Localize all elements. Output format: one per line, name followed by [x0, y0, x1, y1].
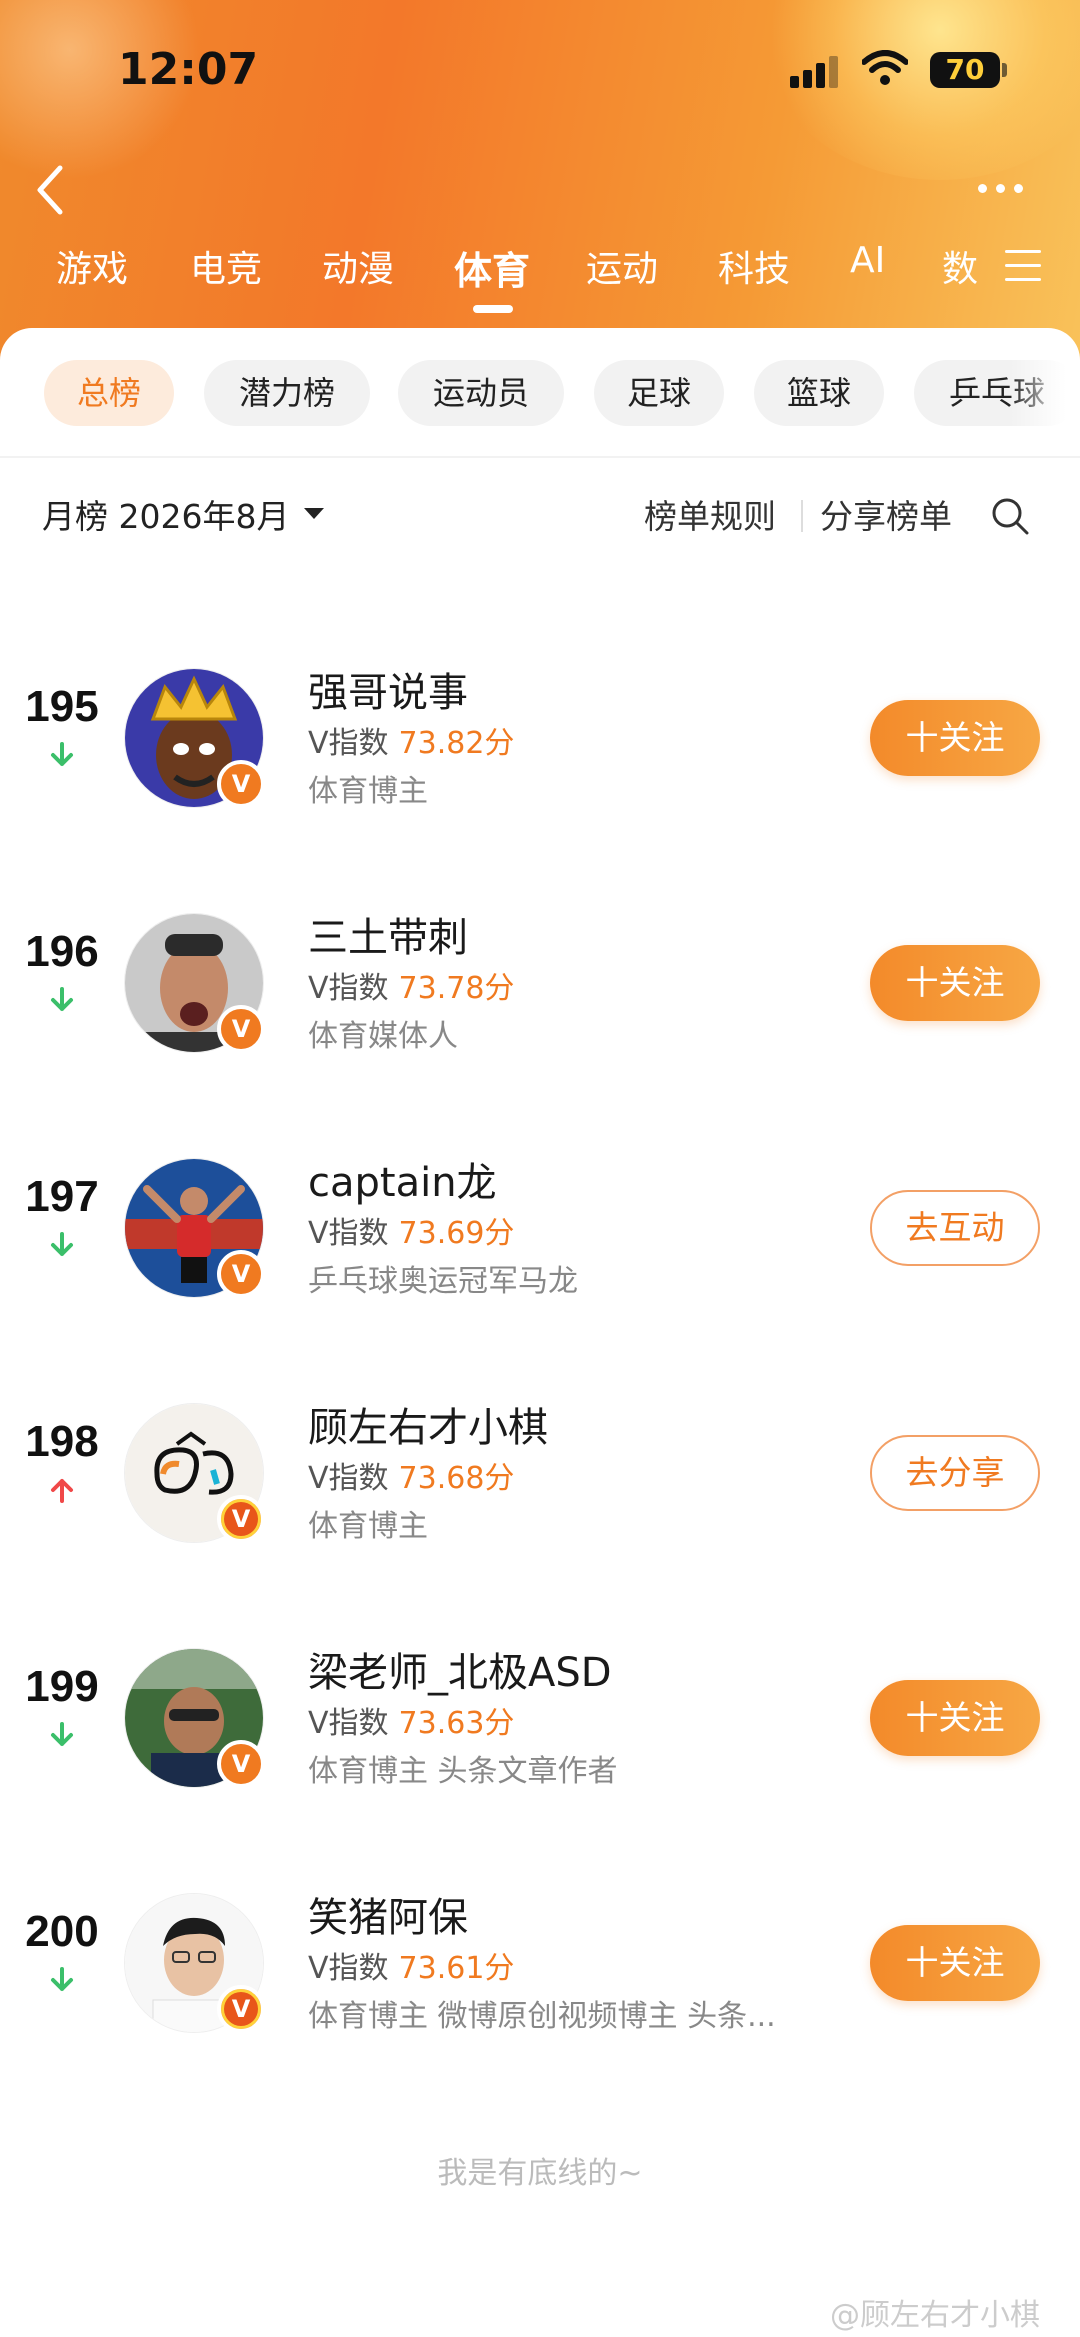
trend-up-icon — [51, 1479, 73, 1503]
follow-button[interactable]: 十关注 — [870, 1680, 1040, 1756]
chip-overall[interactable]: 总榜 — [44, 360, 174, 426]
v-index: V指数 73.61分 — [308, 1951, 515, 1986]
rank-number: 196 — [25, 927, 99, 976]
v-index: V指数 73.78分 — [308, 971, 515, 1006]
verified-badge-icon: V — [217, 1740, 265, 1788]
list-item[interactable]: 198 V 顾左右才小棋 V指数 73.68分 体育博主 去分享 — [0, 1373, 1080, 1573]
rank-number: 197 — [25, 1172, 99, 1221]
user-description: 体育博主 微博原创视频博主 头条... — [308, 1999, 776, 2034]
user-name[interactable]: 强哥说事 — [308, 660, 468, 718]
tab-exercise[interactable]: 运动 — [586, 240, 658, 292]
user-description: 体育博主 — [308, 1509, 428, 1544]
v-score: 73.82分 — [398, 726, 515, 761]
follow-button[interactable]: 十关注 — [870, 700, 1040, 776]
tab-digital[interactable]: 数 — [942, 240, 978, 292]
active-tab-indicator — [473, 305, 513, 313]
verified-badge-icon: V — [217, 1005, 265, 1053]
verified-badge-icon: V — [217, 760, 265, 808]
v-index: V指数 73.82分 — [308, 726, 515, 761]
v-score: 73.68分 — [398, 1461, 515, 1496]
end-of-list-note: 我是有底线的~ — [437, 2156, 643, 2191]
tab-sports[interactable]: 体育 — [454, 240, 530, 295]
follow-button[interactable]: 十关注 — [870, 945, 1040, 1021]
trend-down-icon — [51, 742, 73, 766]
verified-badge-icon: V — [217, 1495, 265, 1543]
share-list-link[interactable]: 分享榜单 — [820, 490, 952, 538]
share-button[interactable]: 去分享 — [870, 1435, 1040, 1511]
status-time: 12:07 — [118, 44, 259, 95]
user-name[interactable]: captain龙 — [308, 1150, 497, 1208]
menu-icon[interactable] — [1005, 250, 1041, 292]
user-description: 体育博主 — [308, 774, 428, 809]
v-score: 73.69分 — [398, 1216, 515, 1251]
tab-ai[interactable]: AI — [850, 240, 885, 281]
list-toolbar: 月榜 2026年8月 榜单规则 分享榜单 — [0, 490, 1080, 540]
category-tabs: 游戏 电竞 动漫 体育 运动 科技 AI 数 — [0, 240, 1080, 300]
header-glow — [760, 0, 1080, 180]
follow-button[interactable]: 十关注 — [870, 1925, 1040, 2001]
list-item[interactable]: 196 V 三土带刺 V指数 73.78分 体育媒体人 十关注 — [0, 883, 1080, 1083]
trend-down-icon — [51, 1232, 73, 1256]
user-name[interactable]: 梁老师_北极ASD — [308, 1640, 612, 1698]
chevron-down-icon[interactable] — [304, 508, 324, 519]
search-icon[interactable] — [990, 496, 1030, 536]
trend-down-icon — [51, 1722, 73, 1746]
tab-anime[interactable]: 动漫 — [322, 240, 394, 292]
tab-esports[interactable]: 电竞 — [190, 240, 262, 292]
back-icon[interactable] — [26, 160, 76, 220]
chip-fade — [1010, 360, 1080, 426]
interact-button[interactable]: 去互动 — [870, 1190, 1040, 1266]
verified-badge-icon: V — [217, 1250, 265, 1298]
list-item[interactable]: 195 V 强哥说事 V指数 73.82分 体育博主 十关注 — [0, 638, 1080, 838]
chip-basketball[interactable]: 篮球 — [754, 360, 884, 426]
more-icon[interactable] — [978, 178, 1032, 197]
chip-bar: 总榜 潜力榜 运动员 足球 篮球 乒乓球 — [0, 360, 1080, 426]
separator — [801, 500, 803, 532]
cellular-signal-icon — [790, 54, 840, 88]
trend-down-icon — [51, 987, 73, 1011]
user-name[interactable]: 笑猪阿保 — [308, 1885, 468, 1943]
rank-number: 195 — [25, 682, 99, 731]
list-item[interactable]: 197 V captain龙 V指数 73.69分 乒乓球奥运冠军马龙 去互动 — [0, 1128, 1080, 1328]
v-score: 73.78分 — [398, 971, 515, 1006]
battery-icon: 70 — [930, 52, 1000, 88]
rank-number: 199 — [25, 1662, 99, 1711]
divider — [0, 456, 1080, 458]
v-score: 73.61分 — [398, 1951, 515, 1986]
chip-athletes[interactable]: 运动员 — [398, 360, 564, 426]
chip-potential[interactable]: 潜力榜 — [204, 360, 370, 426]
wifi-icon — [862, 50, 908, 85]
trend-down-icon — [51, 1967, 73, 1991]
rank-number: 198 — [25, 1417, 99, 1466]
user-description: 乒乓球奥运冠军马龙 — [308, 1264, 578, 1299]
tab-tech[interactable]: 科技 — [718, 240, 790, 292]
user-name[interactable]: 三土带刺 — [308, 905, 468, 963]
watermark: @顾左右才小棋 — [830, 2298, 1040, 2333]
v-index: V指数 73.63分 — [308, 1706, 515, 1741]
user-description: 体育博主 头条文章作者 — [308, 1754, 618, 1789]
tab-games[interactable]: 游戏 — [56, 240, 128, 292]
list-item[interactable]: 200 V 笑猪阿保 V指数 73.61分 体育博主 微博原创视频博主 头条...… — [0, 1863, 1080, 2063]
rank-number: 200 — [25, 1907, 99, 1956]
verified-badge-icon: V — [217, 1985, 265, 2033]
v-score: 73.63分 — [398, 1706, 515, 1741]
period-selector[interactable]: 月榜 2026年8月 — [42, 490, 289, 538]
chip-football[interactable]: 足球 — [594, 360, 724, 426]
user-name[interactable]: 顾左右才小棋 — [308, 1395, 548, 1453]
user-description: 体育媒体人 — [308, 1019, 458, 1054]
v-index: V指数 73.69分 — [308, 1216, 515, 1251]
rules-link[interactable]: 榜单规则 — [644, 490, 776, 538]
battery-tip — [1002, 63, 1007, 77]
list-item[interactable]: 199 V 梁老师_北极ASD V指数 73.63分 体育博主 头条文章作者 十关… — [0, 1618, 1080, 1818]
v-index: V指数 73.68分 — [308, 1461, 515, 1496]
